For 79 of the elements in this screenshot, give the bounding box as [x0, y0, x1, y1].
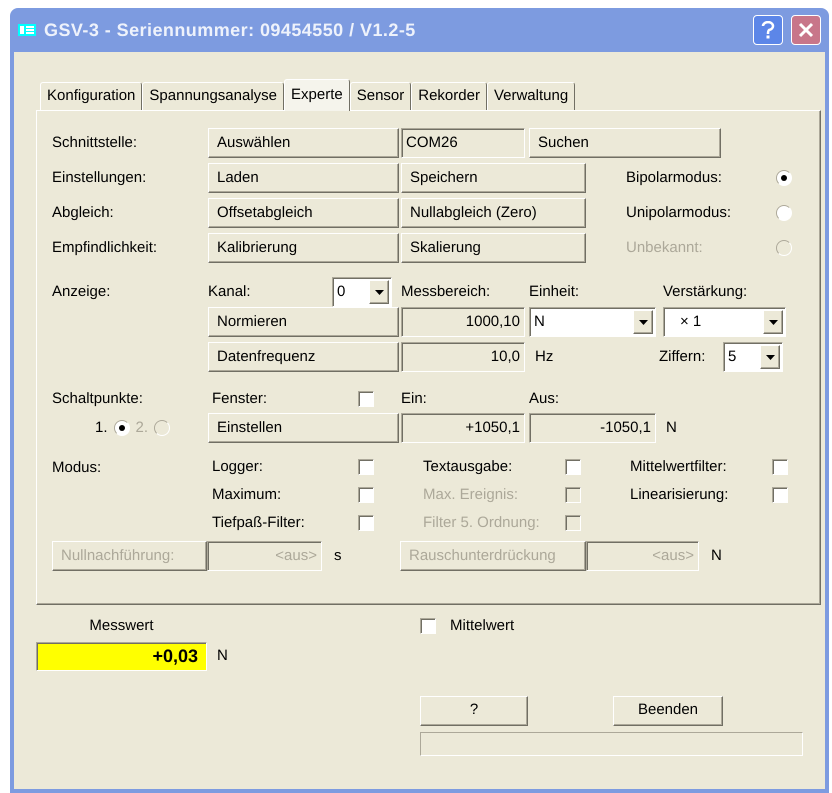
off-label: Aus:	[529, 388, 560, 409]
average-label: Mittelwert	[450, 616, 514, 636]
row-label: Einstellungen:	[52, 168, 148, 188]
action-button[interactable]: Nullabgleich (Zero)	[401, 198, 586, 228]
tab[interactable]: Experte	[284, 79, 350, 111]
row-label: Schaltpunkte:	[52, 388, 144, 409]
tab[interactable]: Rekorder	[411, 82, 487, 110]
radio-button[interactable]	[776, 205, 792, 221]
checkbox[interactable]	[420, 618, 436, 634]
option-label: Mittelwertfilter:	[630, 456, 728, 477]
tab[interactable]: Konfiguration	[40, 82, 142, 110]
option-label: Tiefpaß-Filter:	[212, 512, 306, 533]
digits-dropdown[interactable]: 5	[723, 342, 783, 372]
unit-text: s	[334, 546, 342, 566]
checkbox[interactable]	[772, 459, 788, 475]
mode-label: Unbekannt:	[626, 238, 704, 258]
normalize-button[interactable]: Normieren	[208, 307, 399, 337]
action-button[interactable]: Laden	[208, 163, 399, 193]
data-rate-field[interactable]: 10,0	[401, 342, 525, 372]
row-label: Schnittstelle:	[52, 132, 138, 153]
port-field[interactable]: COM26	[401, 128, 525, 158]
option-label: Maximum:	[212, 484, 282, 505]
unit-text: N	[666, 418, 677, 438]
exit-button[interactable]: Beenden	[613, 696, 723, 726]
action-button[interactable]: Kalibrierung	[208, 233, 399, 263]
mode-label: Bipolarmodus:	[626, 168, 723, 188]
app-logo-icon	[18, 24, 36, 36]
row-label: Modus:	[52, 458, 102, 478]
select-button[interactable]: Auswählen	[208, 128, 399, 158]
measurement-display: +0,03	[36, 642, 207, 670]
data-rate-button[interactable]: Datenfrequenz	[208, 342, 399, 372]
search-button[interactable]: Suchen	[529, 128, 721, 158]
row-label: Abgleich:	[52, 202, 115, 223]
option-label: Filter 5. Ordnung:	[423, 512, 541, 533]
set-button[interactable]: Einstellen	[208, 413, 399, 443]
option-label: Textausgabe:	[423, 456, 514, 477]
action-button[interactable]: Skalierung	[401, 233, 586, 263]
close-icon[interactable]	[791, 15, 821, 45]
unit-text: N	[217, 646, 228, 666]
row-label: Anzeige:	[52, 282, 112, 302]
on-field[interactable]: +1050,1	[401, 413, 525, 443]
unit-dropdown[interactable]: N	[529, 307, 656, 337]
window-label: Fenster:	[212, 388, 268, 409]
tab[interactable]: Sensor	[350, 82, 412, 110]
radio-button[interactable]	[776, 170, 792, 186]
off-field[interactable]: -1050,1	[529, 413, 656, 443]
option-label: Linearisierung:	[630, 484, 730, 505]
checkbox[interactable]	[358, 391, 374, 407]
mode-label: Unipolarmodus:	[626, 202, 732, 223]
checkbox[interactable]	[358, 459, 374, 475]
point-label: 2.	[136, 418, 148, 438]
checkbox[interactable]	[772, 487, 788, 503]
tab[interactable]: Spannungsanalyse	[142, 82, 284, 110]
window-title: GSV-3 - Seriennummer: 09454550 / V1.2-5	[44, 18, 416, 42]
unit-label: Einheit:	[529, 282, 580, 302]
action-button[interactable]: Speichern	[401, 163, 586, 193]
help-icon[interactable]	[753, 15, 783, 45]
radio-button[interactable]	[114, 420, 130, 436]
point-label: 1.	[95, 418, 108, 438]
option-label: Logger:	[212, 456, 264, 477]
unit-text: N	[711, 546, 722, 566]
measurement-label: Messwert	[88, 616, 155, 636]
range-field[interactable]: 1000,10	[401, 307, 525, 337]
action-button[interactable]: Offsetabgleich	[208, 198, 399, 228]
help-button[interactable]: ?	[420, 696, 528, 726]
checkbox[interactable]	[358, 487, 374, 503]
row-label: Empfindlichkeit:	[52, 238, 158, 258]
checkbox[interactable]	[565, 459, 581, 475]
gain-label: Verstärkung:	[663, 282, 748, 302]
checkbox[interactable]	[358, 515, 374, 531]
option-label: Max. Ereignis:	[423, 484, 520, 505]
on-label: Ein:	[401, 388, 428, 409]
unit-text: Hz	[535, 346, 554, 367]
tab[interactable]: Verwaltung	[486, 82, 576, 110]
digits-label: Ziffern:	[659, 346, 706, 367]
range-label: Messbereich:	[401, 282, 492, 302]
gain-dropdown[interactable]: × 1	[663, 307, 786, 337]
channel-dropdown[interactable]: 0	[332, 277, 392, 307]
channel-label: Kanal:	[208, 282, 252, 302]
